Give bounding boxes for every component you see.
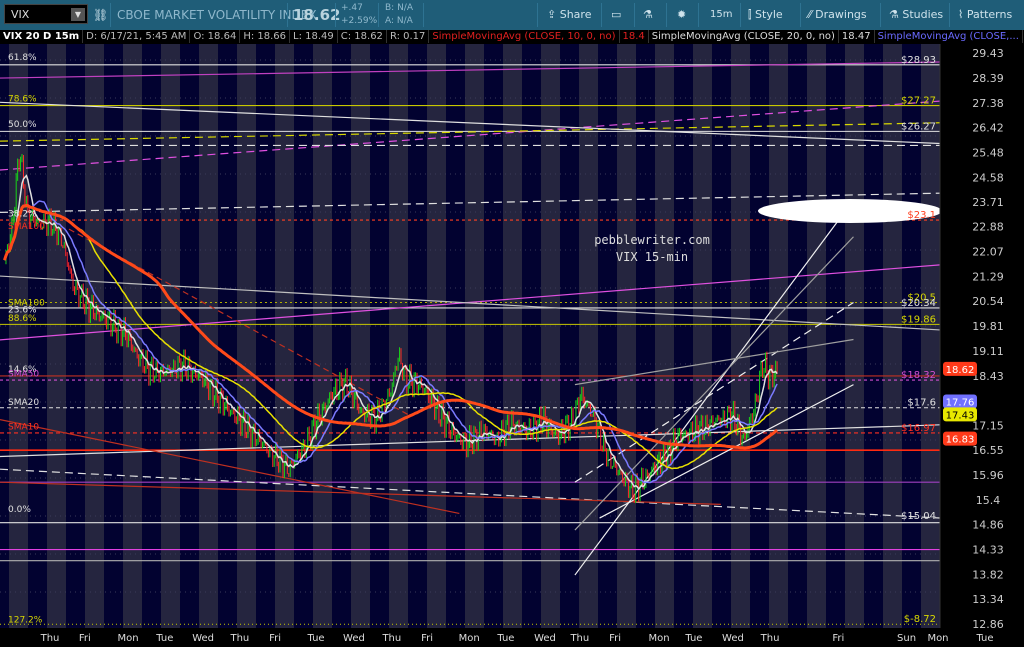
watermark-site: pebblewriter.com	[594, 233, 710, 247]
y-tick-label: 14.86	[972, 519, 1004, 532]
price-tag-label: 17.76	[946, 397, 975, 408]
y-tick-label: 25.48	[972, 146, 1004, 159]
fib-label: SMA20	[8, 398, 39, 408]
fib-label: SMA100	[8, 222, 45, 232]
fib-label: 0.0%	[8, 505, 31, 515]
x-tick-label: Thu	[381, 633, 401, 644]
y-tick-label: 19.11	[972, 345, 1004, 358]
x-tick-label: Tue	[496, 633, 514, 644]
fib-label: 127.2%	[8, 615, 43, 625]
y-tick-label: 17.15	[972, 420, 1004, 433]
price-level-label: $26.27	[901, 121, 936, 132]
price-level-label: $19.86	[901, 314, 936, 325]
x-tick-label: Wed	[534, 633, 556, 644]
fib-label: SMA50	[8, 369, 39, 379]
fib-label: 38.2%	[8, 210, 37, 220]
fib-label: 88.6%	[8, 314, 37, 324]
price-level-label: $17.6	[907, 398, 936, 409]
x-tick-label: Thu	[229, 633, 249, 644]
x-tick-label: Fri	[421, 633, 433, 644]
y-tick-label: 22.88	[972, 221, 1004, 234]
y-tick-label: 19.81	[972, 320, 1004, 333]
x-tick-label: Mon	[459, 633, 480, 644]
x-tick-label: Sun	[897, 633, 916, 644]
price-level-label: $18.32	[901, 370, 936, 381]
x-tick-label: Fri	[79, 633, 91, 644]
x-tick-label: Mon	[118, 633, 139, 644]
x-tick-label: Tue	[155, 633, 173, 644]
price-level-label: $20.34	[901, 298, 936, 309]
y-tick-label: 15.4	[976, 494, 1001, 507]
x-tick-label: Wed	[722, 633, 744, 644]
price-chart[interactable]: $28.93$27.27$26.27$23.1$20.5$20.34$19.86…	[0, 0, 1024, 647]
y-tick-label: 20.54	[972, 295, 1004, 308]
y-tick-label: 29.43	[972, 47, 1004, 60]
x-tick-label: Fri	[832, 633, 844, 644]
y-tick-label: 14.33	[972, 544, 1004, 557]
y-tick-label: 16.55	[972, 444, 1004, 457]
price-level-label: $27.27	[901, 96, 936, 107]
y-tick-label: 21.29	[972, 270, 1004, 283]
price-tag-label: 18.62	[946, 365, 975, 376]
price-level-label: $16.97	[901, 423, 936, 434]
x-tick-label: Fri	[609, 633, 621, 644]
x-tick-label: Fri	[269, 633, 281, 644]
price-level-label: $28.93	[901, 55, 936, 66]
y-tick-label: 13.34	[972, 593, 1004, 606]
price-level-label: $-8.72	[904, 614, 936, 625]
fib-label: 78.6%	[8, 94, 37, 104]
y-tick-label: 28.39	[972, 72, 1004, 85]
x-tick-label: Tue	[975, 633, 993, 644]
x-tick-label: Thu	[569, 633, 589, 644]
watermark-title: VIX 15-min	[616, 250, 688, 264]
y-tick-label: 13.82	[972, 569, 1004, 582]
fib-label: 61.8%	[8, 53, 37, 63]
x-tick-label: Mon	[927, 633, 948, 644]
x-tick-label: Mon	[649, 633, 670, 644]
y-tick-label: 22.07	[972, 246, 1004, 259]
y-tick-label: 23.71	[972, 196, 1004, 209]
y-tick-label: 27.38	[972, 97, 1004, 110]
x-tick-label: Wed	[343, 633, 365, 644]
x-tick-label: Thu	[40, 633, 60, 644]
x-tick-label: Tue	[307, 633, 325, 644]
x-tick-label: Thu	[760, 633, 780, 644]
y-tick-label: 15.96	[972, 469, 1004, 482]
price-tag-label: 17.43	[946, 410, 975, 421]
price-tag-label: 16.83	[946, 435, 975, 446]
fib-label: SMA10	[8, 422, 39, 432]
x-tick-label: Wed	[192, 633, 214, 644]
price-level-label: $15.04	[901, 511, 936, 522]
y-tick-label: 26.42	[972, 121, 1004, 134]
fib-label: 50.0%	[8, 120, 37, 130]
y-tick-label: 24.58	[972, 171, 1004, 184]
x-tick-label: Tue	[684, 633, 702, 644]
price-level-label: $23.1	[907, 210, 936, 221]
